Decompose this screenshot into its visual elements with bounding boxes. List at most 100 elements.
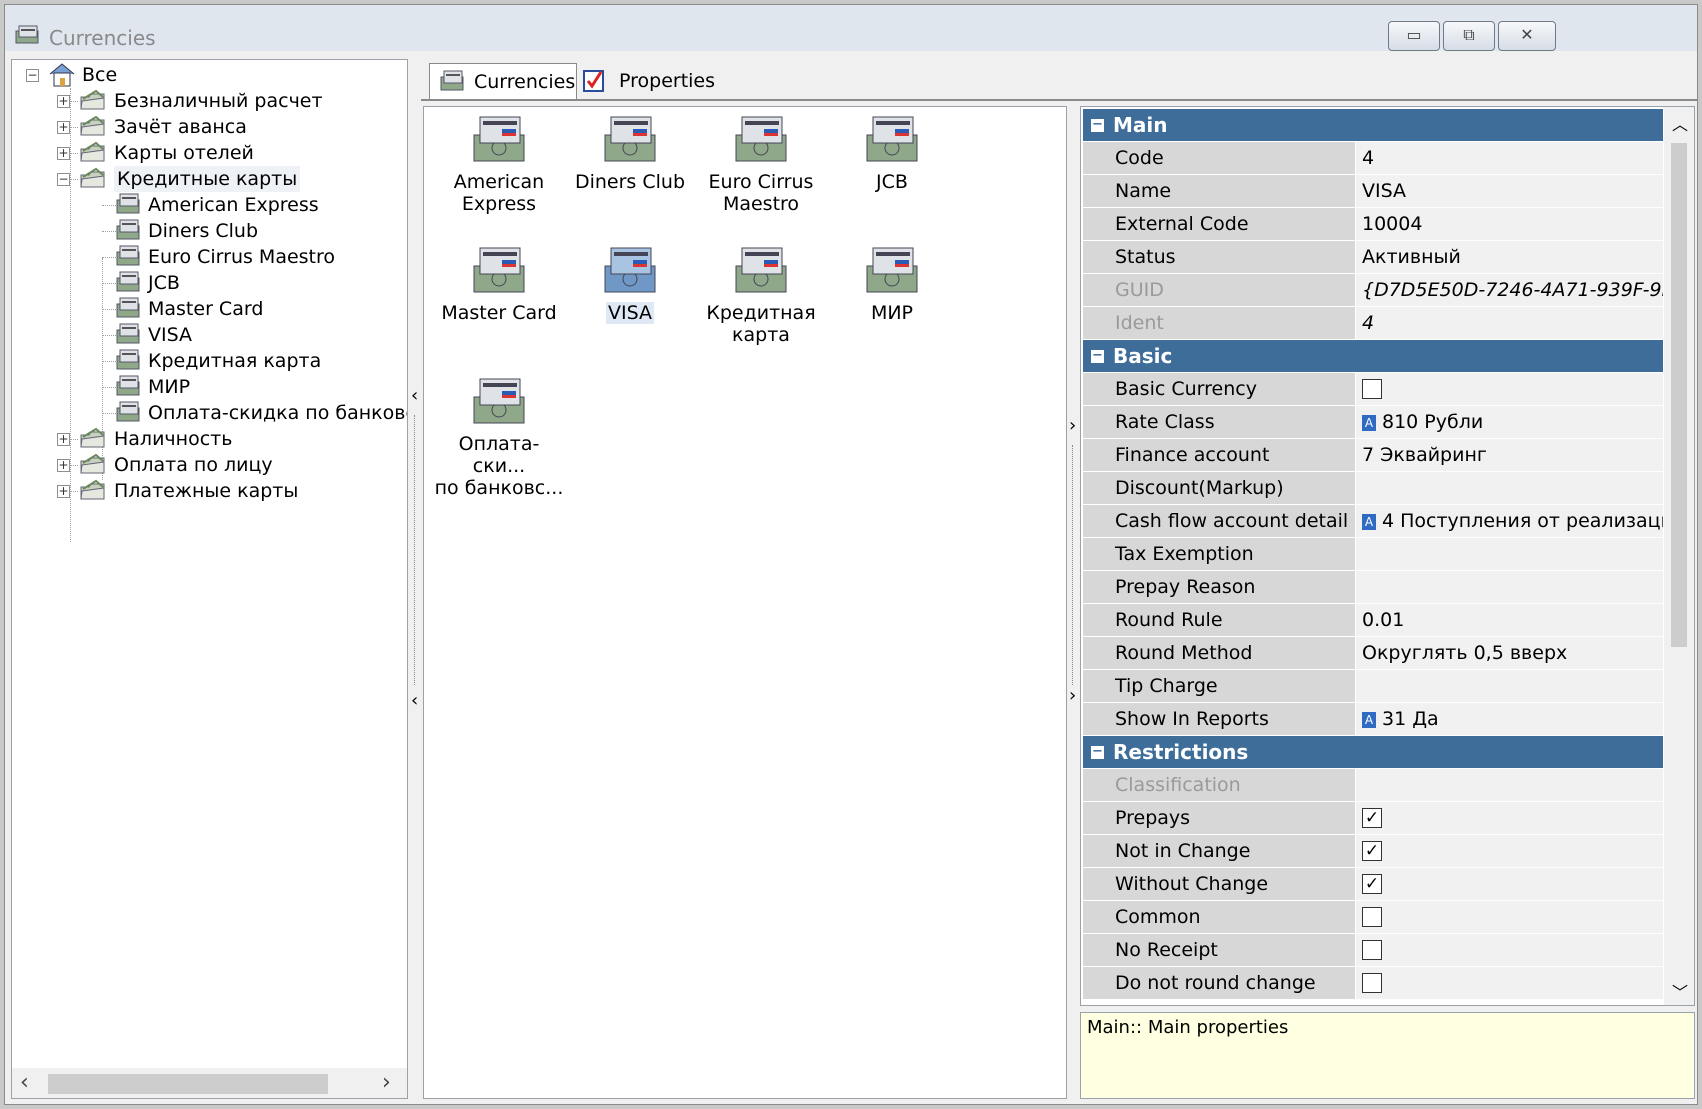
checked-checkbox[interactable]: ✓ — [1362, 808, 1382, 828]
scroll-thumb[interactable] — [48, 1074, 328, 1094]
property-row[interactable]: Prepay Reason — [1083, 571, 1663, 604]
tree-group-node[interactable]: + Зачёт аванса — [12, 114, 392, 140]
collapse-icon[interactable]: − — [26, 69, 39, 82]
tree-group-node[interactable]: + Платежные карты — [12, 478, 392, 504]
property-row[interactable]: Tip Charge — [1083, 670, 1663, 703]
property-row[interactable]: Not in Change ✓ — [1083, 835, 1663, 868]
unchecked-checkbox[interactable] — [1362, 379, 1382, 399]
tree-currency-node[interactable]: VISA — [12, 322, 407, 348]
property-row[interactable]: Common — [1083, 901, 1663, 934]
property-row[interactable]: Discount(Markup) — [1083, 472, 1663, 505]
tree-group-node[interactable]: + Безналичный расчет — [12, 88, 392, 114]
expand-icon[interactable]: + — [57, 147, 70, 160]
property-value[interactable]: {D7D5E50D-7246-4A71-939F-9B3 — [1356, 274, 1663, 306]
left-splitter[interactable]: ‹ ‹ — [409, 385, 421, 725]
property-row[interactable]: Round Rule 0.01 — [1083, 604, 1663, 637]
property-value[interactable] — [1356, 934, 1663, 966]
property-value[interactable]: ✓ — [1356, 802, 1663, 834]
currency-list-item[interactable]: Оплата-ски... по банковс... — [434, 377, 564, 499]
currency-icon-list[interactable]: American Express Diners Club Euro Cirrus Mae… — [423, 106, 1067, 1099]
category-tree[interactable]: − Все + Безналичный расчет + Зачёт аванса + Кар… — [11, 59, 408, 1099]
property-value[interactable]: 4 — [1356, 142, 1663, 174]
maximize-button[interactable]: ⧉ — [1443, 21, 1495, 51]
property-value[interactable]: 0.01 — [1356, 604, 1663, 636]
scroll-up-icon[interactable]: ︿ — [1672, 111, 1688, 135]
property-value[interactable]: 4 — [1356, 307, 1663, 339]
property-value[interactable]: 7 Эквайринг — [1356, 439, 1663, 471]
property-value[interactable]: 10004 — [1356, 208, 1663, 240]
collapse-category-icon[interactable]: − — [1091, 745, 1104, 759]
collapse-left-icon[interactable]: ‹ — [411, 385, 418, 406]
property-row[interactable]: Show In Reports A 31 Да — [1083, 703, 1663, 736]
unchecked-checkbox[interactable] — [1362, 940, 1382, 960]
tab-currencies[interactable]: Currencies — [429, 63, 577, 99]
property-row[interactable]: GUID {D7D5E50D-7246-4A71-939F-9B3 — [1083, 274, 1663, 307]
property-row[interactable]: Round Method Округлять 0,5 вверх — [1083, 637, 1663, 670]
property-value[interactable] — [1356, 538, 1663, 570]
property-value[interactable]: ✓ — [1356, 868, 1663, 900]
property-row[interactable]: No Receipt — [1083, 934, 1663, 967]
expand-right-icon[interactable]: › — [1069, 415, 1076, 436]
minimize-button[interactable]: ▭ — [1388, 21, 1440, 51]
property-value[interactable]: ✓ — [1356, 835, 1663, 867]
scroll-down-icon[interactable]: ﹀ — [1672, 979, 1688, 1003]
property-value[interactable]: A 31 Да — [1356, 703, 1663, 735]
tree-currency-node[interactable]: Оплата-скидка по банковск — [12, 400, 407, 426]
tree-horizontal-scrollbar[interactable]: ‹ › — [12, 1068, 407, 1098]
tree-currency-node[interactable]: Euro Cirrus Maestro — [12, 244, 407, 270]
property-row[interactable]: Basic Currency — [1083, 373, 1663, 406]
tree-root-node[interactable]: − Все — [12, 62, 392, 88]
property-value[interactable] — [1356, 373, 1663, 405]
property-row[interactable]: Ident 4 — [1083, 307, 1663, 340]
property-value[interactable] — [1356, 901, 1663, 933]
property-value[interactable] — [1356, 670, 1663, 702]
property-value[interactable]: A 4 Поступления от реализации — [1356, 505, 1663, 537]
tree-currency-node[interactable]: Diners Club — [12, 218, 407, 244]
collapse-category-icon[interactable]: − — [1091, 118, 1104, 132]
grid-scroll-thumb[interactable] — [1671, 143, 1687, 647]
category-main[interactable]: − Main — [1083, 109, 1663, 141]
property-row[interactable]: Name VISA — [1083, 175, 1663, 208]
property-value[interactable]: A 810 Рубли — [1356, 406, 1663, 438]
close-button[interactable]: ✕ — [1498, 21, 1556, 51]
unchecked-checkbox[interactable] — [1362, 973, 1382, 993]
tree-group-node[interactable]: + Оплата по лицу — [12, 452, 392, 478]
grid-vertical-scrollbar[interactable]: ︿ ﹀ — [1664, 107, 1694, 1005]
currency-list-item[interactable]: Diners Club — [565, 115, 695, 193]
property-row[interactable]: Do not round change — [1083, 967, 1663, 1000]
property-row[interactable]: Without Change ✓ — [1083, 868, 1663, 901]
tab-properties[interactable]: Properties — [581, 63, 721, 99]
tree-currency-node[interactable]: МИР — [12, 374, 407, 400]
property-row[interactable]: Classification — [1083, 769, 1663, 802]
property-value[interactable]: Округлять 0,5 вверх — [1356, 637, 1663, 669]
tree-group-node[interactable]: − Кредитные карты — [12, 166, 392, 192]
collapse-category-icon[interactable]: − — [1091, 349, 1104, 363]
expand-icon[interactable]: + — [57, 485, 70, 498]
tree-currency-node[interactable]: Кредитная карта — [12, 348, 407, 374]
currency-list-item[interactable]: Master Card — [434, 246, 564, 324]
property-value[interactable]: VISA — [1356, 175, 1663, 207]
checked-checkbox[interactable]: ✓ — [1362, 874, 1382, 894]
collapse-left-icon-2[interactable]: ‹ — [411, 690, 418, 711]
property-value[interactable]: Активный — [1356, 241, 1663, 273]
scroll-right-icon[interactable]: › — [382, 1070, 391, 1095]
checked-checkbox[interactable]: ✓ — [1362, 841, 1382, 861]
property-row[interactable]: Rate Class A 810 Рубли — [1083, 406, 1663, 439]
currency-list-item[interactable]: Кредитная карта — [696, 246, 826, 346]
property-row[interactable]: Status Активный — [1083, 241, 1663, 274]
tree-group-node[interactable]: + Наличность — [12, 426, 392, 452]
property-row[interactable]: External Code 10004 — [1083, 208, 1663, 241]
right-splitter[interactable]: › › — [1067, 415, 1079, 755]
tree-group-node[interactable]: + Карты отелей — [12, 140, 392, 166]
currency-list-item[interactable]: American Express — [434, 115, 564, 215]
expand-icon[interactable]: + — [57, 433, 70, 446]
property-value[interactable] — [1356, 472, 1663, 504]
property-value[interactable] — [1356, 967, 1663, 999]
collapse-icon[interactable]: − — [57, 173, 70, 186]
expand-icon[interactable]: + — [57, 121, 70, 134]
tree-currency-node[interactable]: Master Card — [12, 296, 407, 322]
scroll-left-icon[interactable]: ‹ — [20, 1070, 29, 1095]
property-grid[interactable]: ︿ ﹀ − Main Code 4 Name VISA External Code 10004… — [1080, 106, 1695, 1006]
category-restrictions[interactable]: − Restrictions — [1083, 736, 1663, 768]
unchecked-checkbox[interactable] — [1362, 907, 1382, 927]
